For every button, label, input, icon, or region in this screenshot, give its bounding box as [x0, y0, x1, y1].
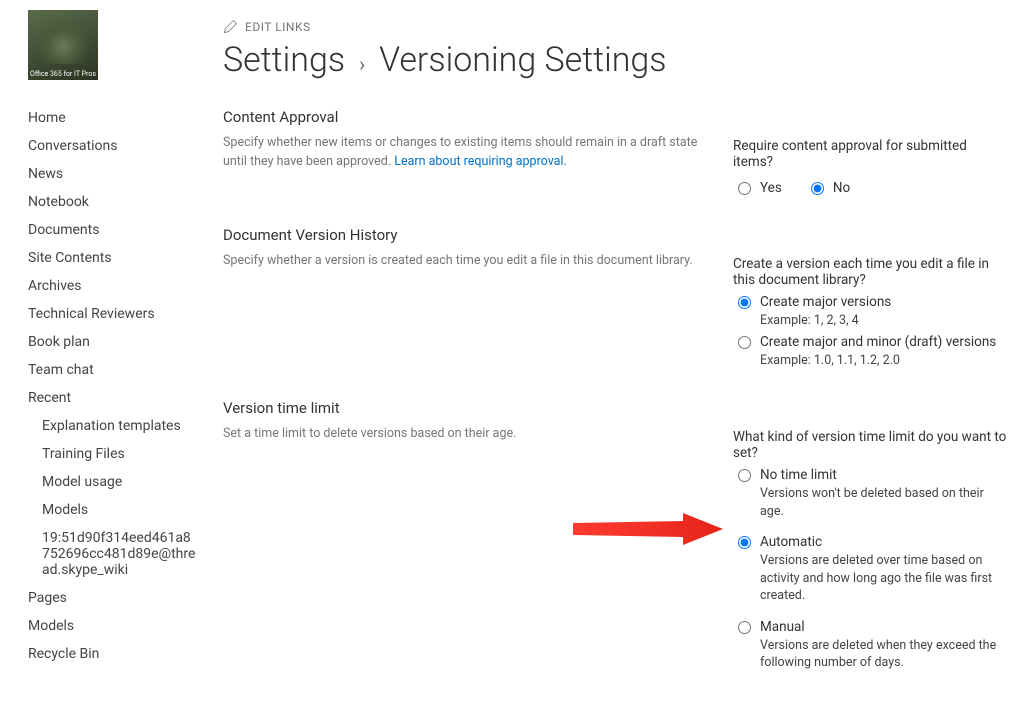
nav-recent-explanation-templates[interactable]: Explanation templates	[28, 412, 223, 440]
section-time-limit: Version time limit Set a time limit to d…	[223, 399, 1016, 672]
nav-news[interactable]: News	[28, 160, 223, 188]
timelimit-automatic-radio[interactable]	[738, 536, 751, 549]
nav-site-contents[interactable]: Site Contents	[28, 244, 223, 272]
section-description: Specify whether a version is created eac…	[223, 252, 703, 271]
nav-recycle-bin[interactable]: Recycle Bin	[28, 640, 223, 668]
site-nav: Home Conversations News Notebook Documen…	[28, 104, 223, 668]
nav-team-chat[interactable]: Team chat	[28, 356, 223, 384]
nav-recent-thread[interactable]: 19:51d90f314eed461a8752696cc481d89e@thre…	[28, 524, 198, 584]
timelimit-manual-desc: Versions are deleted when they exceed th…	[760, 637, 1008, 672]
timelimit-none-option[interactable]: No time limit Versions won't be deleted …	[733, 467, 1008, 520]
timelimit-none-radio[interactable]	[738, 469, 751, 482]
breadcrumb-root[interactable]: Settings	[223, 40, 345, 80]
learn-approval-link[interactable]: Learn about requiring approval.	[394, 154, 567, 169]
pencil-icon	[223, 20, 237, 34]
section-title: Document Version History	[223, 226, 703, 244]
nav-home[interactable]: Home	[28, 104, 223, 132]
nav-conversations[interactable]: Conversations	[28, 132, 223, 160]
approval-field-label: Require content approval for submitted i…	[733, 138, 1008, 170]
nav-recent-models[interactable]: Models	[28, 496, 223, 524]
history-minor-option[interactable]: Create major and minor (draft) versions …	[733, 334, 1008, 370]
timelimit-automatic-desc: Versions are deleted over time based on …	[760, 552, 1008, 605]
timelimit-manual-option[interactable]: Manual Versions are deleted when they ex…	[733, 619, 1008, 672]
annotation-arrow-icon	[573, 509, 723, 549]
section-content-approval: Content Approval Specify whether new ite…	[223, 108, 1016, 196]
nav-documents[interactable]: Documents	[28, 216, 223, 244]
section-version-history: Document Version History Specify whether…	[223, 226, 1016, 369]
approval-no-radio[interactable]	[811, 182, 824, 195]
timelimit-automatic-option[interactable]: Automatic Versions are deleted over time…	[733, 534, 1008, 605]
history-major-radio[interactable]	[738, 296, 751, 309]
timelimit-field-label: What kind of version time limit do you w…	[733, 429, 1008, 461]
history-minor-example: Example: 1.0, 1.1, 1.2, 2.0	[760, 352, 996, 370]
approval-yes-option[interactable]: Yes	[733, 180, 782, 196]
section-title: Version time limit	[223, 399, 703, 417]
section-description: Set a time limit to delete versions base…	[223, 425, 703, 444]
section-description: Specify whether new items or changes to …	[223, 134, 703, 172]
nav-recent-training-files[interactable]: Training Files	[28, 440, 223, 468]
nav-book-plan[interactable]: Book plan	[28, 328, 223, 356]
nav-technical-reviewers[interactable]: Technical Reviewers	[28, 300, 223, 328]
history-minor-radio[interactable]	[738, 336, 751, 349]
site-logo[interactable]: Office 365 for IT Pros	[28, 10, 98, 80]
history-major-example: Example: 1, 2, 3, 4	[760, 312, 891, 330]
nav-notebook[interactable]: Notebook	[28, 188, 223, 216]
edit-links-label: EDIT LINKS	[245, 20, 311, 34]
timelimit-manual-radio[interactable]	[738, 621, 751, 634]
nav-pages[interactable]: Pages	[28, 584, 223, 612]
chevron-right-icon: ›	[359, 52, 365, 76]
site-logo-caption: Office 365 for IT Pros	[30, 70, 96, 78]
page-title: Versioning Settings	[379, 40, 666, 80]
breadcrumb: Settings › Versioning Settings	[223, 40, 1016, 80]
section-title: Content Approval	[223, 108, 703, 126]
nav-archives[interactable]: Archives	[28, 272, 223, 300]
history-major-option[interactable]: Create major versions Example: 1, 2, 3, …	[733, 294, 1008, 330]
history-field-label: Create a version each time you edit a fi…	[733, 256, 1008, 288]
nav-models[interactable]: Models	[28, 612, 223, 640]
edit-links-button[interactable]: EDIT LINKS	[223, 20, 1016, 34]
approval-yes-radio[interactable]	[738, 182, 751, 195]
nav-recent-model-usage[interactable]: Model usage	[28, 468, 223, 496]
approval-no-option[interactable]: No	[806, 180, 850, 196]
timelimit-none-desc: Versions won't be deleted based on their…	[760, 485, 1008, 520]
nav-recent[interactable]: Recent	[28, 384, 223, 412]
